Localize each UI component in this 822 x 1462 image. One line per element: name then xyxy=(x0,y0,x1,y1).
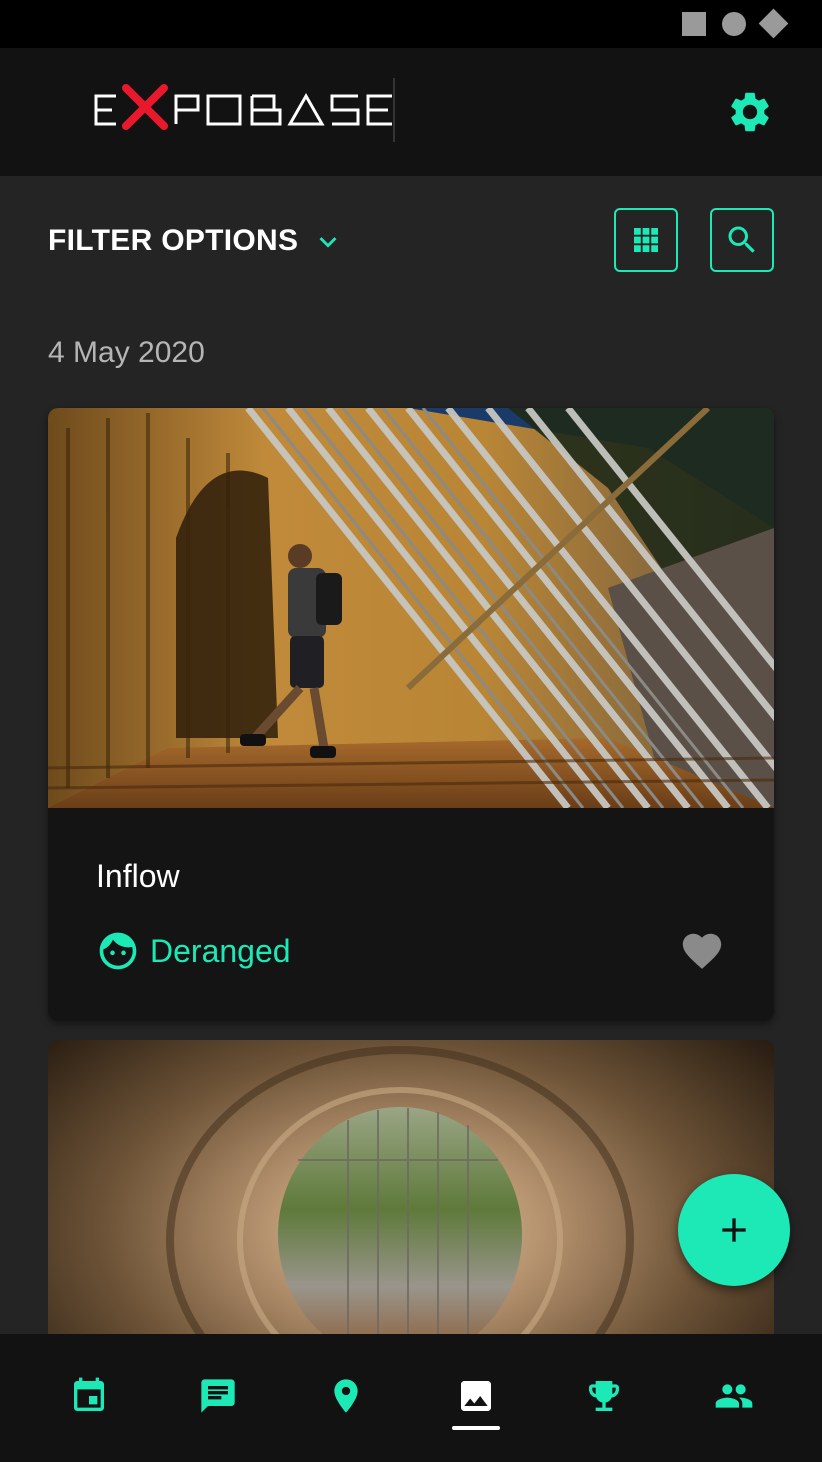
nav-item-messages[interactable] xyxy=(154,1334,282,1462)
trophy-icon xyxy=(589,1381,619,1411)
expobase-logo xyxy=(94,78,395,142)
search-button[interactable] xyxy=(710,208,774,272)
calendar-icon xyxy=(74,1377,104,1411)
bottom-navigation xyxy=(0,1334,822,1462)
nav-item-awards[interactable] xyxy=(540,1334,668,1462)
post-title[interactable]: Inflow xyxy=(96,858,180,895)
face-icon xyxy=(99,932,137,970)
grid-view-icon xyxy=(634,228,658,252)
plus-icon xyxy=(722,1218,746,1242)
location-pin-icon xyxy=(334,1379,358,1413)
post-card[interactable]: Inflow Deranged xyxy=(48,408,774,1021)
gallery-icon xyxy=(461,1381,491,1411)
diamond-icon xyxy=(758,8,789,39)
app-screen: FILTER OPTIONS 4 May 2020 Inflow Derange… xyxy=(0,0,822,1462)
chevron-down-icon[interactable] xyxy=(311,225,345,259)
heart-icon[interactable] xyxy=(678,928,726,974)
date-header: 4 May 2020 xyxy=(48,336,205,369)
status-bar xyxy=(0,0,822,48)
people-icon xyxy=(715,1384,753,1408)
nav-item-gallery[interactable] xyxy=(412,1334,540,1462)
active-tab-indicator xyxy=(452,1426,500,1430)
author-name: Deranged xyxy=(150,932,291,969)
chat-icon xyxy=(201,1379,235,1413)
add-post-button[interactable] xyxy=(678,1174,790,1286)
app-bar xyxy=(0,48,822,176)
post-image[interactable] xyxy=(48,408,774,808)
nav-item-locations[interactable] xyxy=(282,1334,410,1462)
filter-options-label[interactable]: FILTER OPTIONS xyxy=(48,224,298,258)
nav-item-members[interactable] xyxy=(670,1334,798,1462)
circle-icon xyxy=(722,12,746,36)
square-icon xyxy=(682,12,706,36)
grid-view-button[interactable] xyxy=(614,208,678,272)
post-author[interactable]: Deranged xyxy=(96,928,291,974)
search-icon xyxy=(728,226,755,253)
filter-bar: FILTER OPTIONS xyxy=(0,176,822,306)
gear-icon[interactable] xyxy=(726,88,774,136)
nav-item-events[interactable] xyxy=(25,1334,153,1462)
